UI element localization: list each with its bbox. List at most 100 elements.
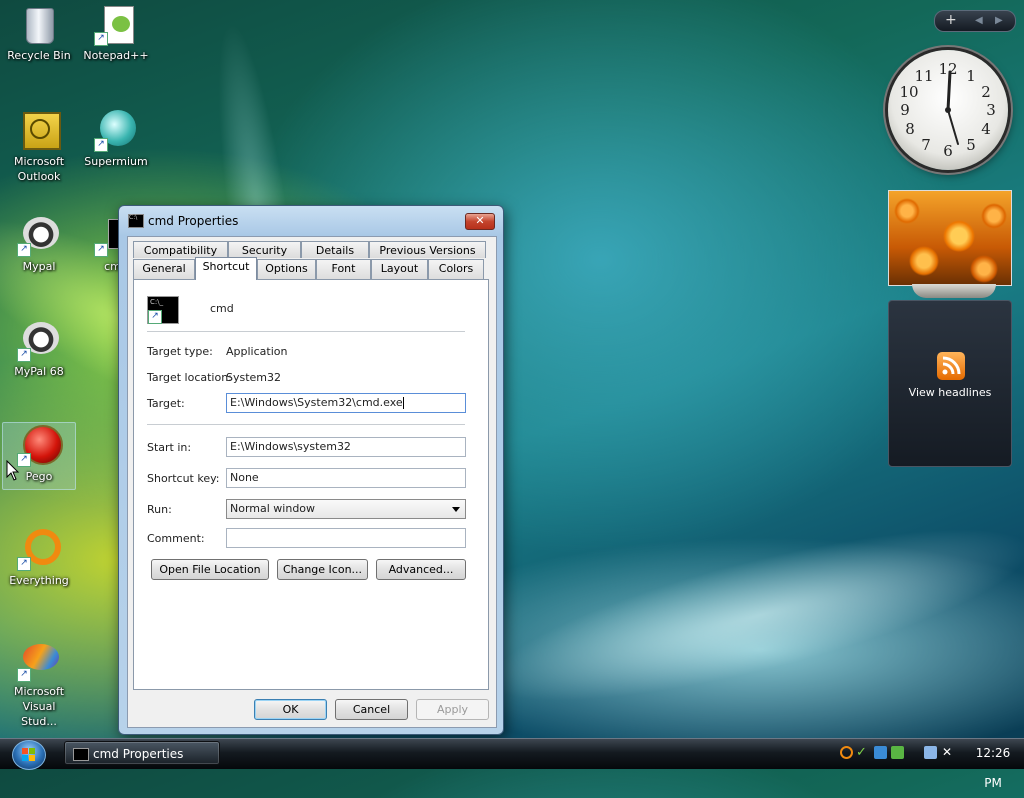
ok-button[interactable]: OK xyxy=(254,699,327,720)
shortcut-arrow-icon: ↗ xyxy=(17,243,31,257)
start-button[interactable] xyxy=(6,739,52,770)
shortcut-arrow-icon: ↗ xyxy=(17,668,31,682)
outlook-icon xyxy=(17,108,61,152)
mypal-raccoon-icon: ↗ xyxy=(17,213,61,257)
tab-options[interactable]: Options xyxy=(257,259,316,280)
cmd-window-icon xyxy=(73,748,89,761)
tab-colors[interactable]: Colors xyxy=(428,259,484,280)
check-icon[interactable]: ✓ xyxy=(856,746,869,759)
desktop-icon-notepadpp[interactable]: ↗ Notepad++ xyxy=(80,2,152,63)
tab-shortcut[interactable]: Shortcut xyxy=(195,257,257,280)
pego-icon: ↗ xyxy=(17,423,63,467)
desktop-icon-label: Everything xyxy=(9,574,69,587)
search-icon[interactable] xyxy=(840,746,853,759)
shortcut-arrow-icon: ↗ xyxy=(94,32,108,46)
start-in-input[interactable]: E:\Windows\system32 xyxy=(226,437,466,457)
run-select-value: Normal window xyxy=(230,502,316,515)
rss-icon xyxy=(937,352,965,380)
tab-label: Previous Versions xyxy=(379,244,476,257)
change-icon-button[interactable]: Change Icon... xyxy=(277,559,368,580)
run-select[interactable]: Normal window xyxy=(226,499,466,519)
shortcut-name: cmd xyxy=(210,302,234,315)
chevron-right-icon[interactable]: ▶ xyxy=(995,11,1003,30)
taskbar-button-cmd-properties[interactable]: cmd Properties xyxy=(64,741,220,765)
desktop-icon-label: Mypal xyxy=(22,260,56,273)
volume-muted-icon[interactable]: ✕ xyxy=(942,746,955,759)
comment-label: Comment: xyxy=(147,532,205,545)
windows-logo-icon xyxy=(12,740,46,770)
desktop-icon-label: Supermium xyxy=(84,155,148,168)
desktop-icon-label: Microsoft Visual Stud... xyxy=(13,685,65,728)
desktop-icon-outlook[interactable]: Microsoft Outlook xyxy=(3,108,75,184)
tab-label: Font xyxy=(331,262,356,275)
tab-compatibility[interactable]: Compatibility xyxy=(133,241,228,258)
text-caret xyxy=(402,397,404,409)
notepadpp-icon: ↗ xyxy=(94,2,138,46)
desktop-icon-recycle-bin[interactable]: Recycle Bin xyxy=(3,2,75,63)
shortcut-arrow-icon: ↗ xyxy=(94,138,108,152)
cancel-button[interactable]: Cancel xyxy=(335,699,408,720)
clock-gadget[interactable]: 12 1 2 3 4 5 6 7 8 9 10 11 xyxy=(888,50,1008,170)
display-icon[interactable] xyxy=(924,746,937,759)
visual-studio-icon: ↗ xyxy=(17,638,61,682)
tab-label: General xyxy=(142,262,186,275)
view-headlines-link[interactable]: View headlines xyxy=(889,386,1011,399)
tab-label: Compatibility xyxy=(143,244,218,257)
shortcut-arrow-icon: ↗ xyxy=(17,348,31,362)
advanced-button[interactable]: Advanced... xyxy=(376,559,466,580)
tab-details[interactable]: Details xyxy=(301,241,369,258)
clock-hands xyxy=(945,70,959,145)
recycle-bin-icon xyxy=(17,2,61,46)
close-button[interactable]: ✕ xyxy=(465,213,495,230)
desktop-icon-label: Notepad++ xyxy=(83,49,149,62)
feed-headlines-gadget[interactable]: View headlines xyxy=(888,300,1012,467)
add-gadget-button[interactable]: + xyxy=(945,11,957,30)
run-label: Run: xyxy=(147,503,172,516)
close-icon: ✕ xyxy=(475,214,485,227)
start-in-label: Start in: xyxy=(147,441,192,454)
tab-font[interactable]: Font xyxy=(316,259,371,280)
shortcut-tab-panel: C:\_ ↗ cmd Target type: Application Targ… xyxy=(133,279,489,690)
tab-label: Options xyxy=(265,262,308,275)
slideshow-gadget[interactable] xyxy=(888,190,1012,286)
tab-general[interactable]: General xyxy=(133,259,195,280)
desktop-icon-everything[interactable]: ↗ Everything xyxy=(3,527,75,588)
target-location-value: System32 xyxy=(226,371,282,384)
desktop-icon-supermium[interactable]: ↗ Supermium xyxy=(80,108,152,169)
target-label: Target: xyxy=(147,397,185,410)
tab-security[interactable]: Security xyxy=(228,241,301,258)
dialog-client: Compatibility Security Details Previous … xyxy=(127,236,497,728)
mouse-cursor-icon xyxy=(6,460,20,481)
mypal-raccoon-icon: ↗ xyxy=(17,318,61,362)
target-input[interactable]: E:\Windows\System32\cmd.exe xyxy=(226,393,466,413)
tab-layout[interactable]: Layout xyxy=(371,259,428,280)
cmd-properties-window: C:\ cmd Properties ✕ Compatibility Secur… xyxy=(118,205,504,735)
shortcut-arrow-icon: ↗ xyxy=(17,557,31,571)
desktop-icon-label: Recycle Bin xyxy=(7,49,71,62)
taskbar-clock[interactable]: 12:26 PM xyxy=(967,738,1019,790)
tab-previous-versions[interactable]: Previous Versions xyxy=(369,241,486,258)
sidebar-controls[interactable]: + ◀ ▶ xyxy=(934,10,1016,32)
comment-input[interactable] xyxy=(226,528,466,548)
shortcut-key-input[interactable]: None xyxy=(226,468,466,488)
tab-label: Security xyxy=(241,244,288,257)
security-icon[interactable] xyxy=(891,746,904,759)
open-file-location-button[interactable]: Open File Location xyxy=(151,559,269,580)
shortcut-key-label: Shortcut key: xyxy=(147,472,220,485)
title-bar[interactable]: C:\ cmd Properties ✕ xyxy=(119,206,503,234)
shortcut-cmd-icon: C:\_ ↗ xyxy=(147,296,179,324)
supermium-icon: ↗ xyxy=(94,108,138,152)
tab-label: Layout xyxy=(380,262,419,275)
desktop-icon-mypal[interactable]: ↗ Mypal xyxy=(3,213,75,274)
hidden-clock-edge xyxy=(912,284,996,298)
desktop-icon-visual-studio[interactable]: ↗ Microsoft Visual Stud... xyxy=(3,638,75,729)
desktop-icon-mypal68[interactable]: ↗ MyPal 68 xyxy=(3,318,75,379)
network-icon[interactable] xyxy=(874,746,887,759)
desktop-icon-label: MyPal 68 xyxy=(14,365,64,378)
apply-button[interactable]: Apply xyxy=(416,699,489,720)
target-type-value: Application xyxy=(226,345,288,358)
divider xyxy=(147,424,465,425)
tab-label: Shortcut xyxy=(202,260,250,273)
chevron-left-icon[interactable]: ◀ xyxy=(975,11,983,30)
wallpaper-streak xyxy=(475,493,1024,737)
